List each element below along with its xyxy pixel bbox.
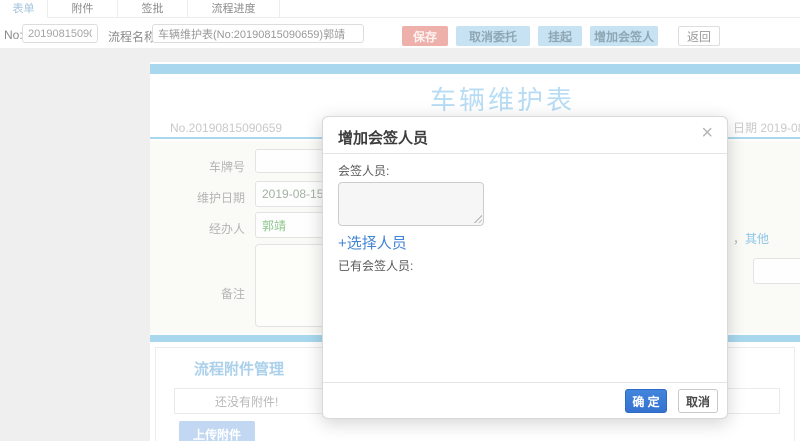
attachments-title: 流程附件管理 — [194, 361, 285, 378]
maintain-date-label: 维护日期 — [196, 191, 245, 205]
countersign-textarea[interactable] — [338, 182, 484, 226]
cancel-button[interactable]: 取消 — [678, 389, 718, 413]
plate-number-label: 车牌号 — [208, 160, 245, 174]
form-date-text: 日期 2019-08-15 — [733, 121, 800, 135]
close-icon[interactable]: × — [701, 123, 713, 143]
back-button[interactable]: 返回 — [678, 26, 720, 46]
remarks-label: 备注 — [220, 287, 245, 301]
form-no-text: No.20190815090659 — [170, 121, 283, 135]
tab-attachment[interactable]: 附件 — [48, 0, 118, 18]
tab-sign-approve[interactable]: 签批 — [118, 0, 188, 18]
no-label: No: — [4, 28, 23, 42]
select-personnel-link[interactable]: +选择人员 — [338, 232, 407, 253]
toolbar: No: 流程名称: 保存 取消委托 挂起 增加会签人 返回 — [0, 18, 800, 48]
tab-form[interactable]: 表单 — [0, 0, 48, 18]
screen: 表单 附件 签批 流程进度 No: 流程名称: 保存 取消委托 挂起 增加会签人… — [0, 0, 800, 441]
modal-title: 增加会签人员 — [338, 130, 429, 147]
countersign-field-label: 会签人员: — [338, 164, 390, 178]
no-input[interactable] — [22, 24, 98, 43]
top-accent-bar — [150, 64, 800, 74]
handler-label: 经办人 — [208, 222, 245, 236]
cancel-delegate-button[interactable]: 取消委托 — [456, 26, 530, 46]
modal-header: 增加会签人员 × — [323, 117, 727, 154]
add-countersign-button[interactable]: 增加会签人 — [590, 26, 658, 46]
process-name-input[interactable] — [152, 24, 364, 43]
upload-attachment-button[interactable]: 上传附件 — [179, 421, 255, 441]
other-option-link[interactable]: 其他 — [745, 232, 769, 246]
right-column-input[interactable] — [753, 258, 800, 284]
suspend-button[interactable]: 挂起 — [538, 26, 582, 46]
tab-process-progress[interactable]: 流程进度 — [188, 0, 280, 18]
page-title: 车辆维护表 — [429, 85, 575, 115]
add-countersign-modal: 增加会签人员 × 会签人员: +选择人员 已有会签人员: 确 定 取消 — [322, 116, 728, 419]
tab-bar: 表单 附件 签批 流程进度 — [0, 0, 800, 18]
plate-options: ，其他 — [733, 230, 769, 247]
options-comma: ， — [733, 232, 746, 246]
existing-countersign-label: 已有会签人员: — [338, 259, 414, 273]
resize-handle-icon[interactable] — [473, 214, 482, 223]
modal-footer: 确 定 取消 — [323, 382, 727, 418]
confirm-button[interactable]: 确 定 — [625, 389, 667, 413]
save-button[interactable]: 保存 — [402, 26, 448, 46]
